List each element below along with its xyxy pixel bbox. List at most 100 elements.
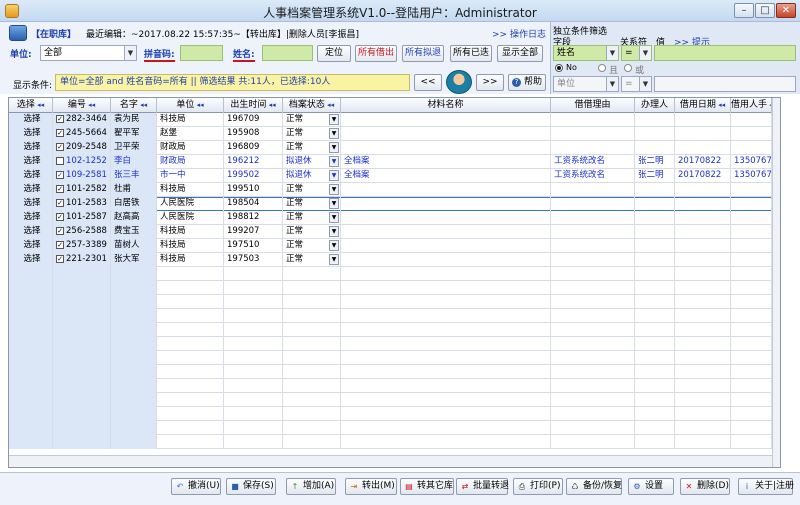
header-col-birth[interactable]: 出生时间 ◂◂ bbox=[224, 98, 283, 113]
date-cell[interactable] bbox=[675, 141, 731, 155]
status-cell[interactable]: 正常 ▼ bbox=[283, 211, 341, 225]
empty-cell[interactable] bbox=[111, 281, 157, 295]
checked-checkbox[interactable]: ✓ bbox=[56, 254, 64, 263]
empty-cell[interactable] bbox=[9, 267, 53, 281]
empty-cell[interactable] bbox=[551, 295, 635, 309]
table-row[interactable]: 选择 ✓ 221-2301 张大军 科技局 197503 正常 ▼ bbox=[9, 253, 780, 267]
empty-cell[interactable] bbox=[111, 295, 157, 309]
phone-cell[interactable] bbox=[731, 211, 772, 225]
status-cell[interactable]: 正常 ▼ bbox=[283, 127, 341, 141]
id-cell[interactable]: ✓ 282-3464 bbox=[53, 113, 111, 127]
phone-cell[interactable] bbox=[731, 225, 772, 239]
empty-cell[interactable] bbox=[9, 281, 53, 295]
empty-cell[interactable] bbox=[53, 379, 111, 393]
empty-cell[interactable] bbox=[675, 407, 731, 421]
header-col-select[interactable]: 选择 ◂◂ bbox=[9, 98, 53, 113]
empty-cell[interactable] bbox=[341, 351, 551, 365]
sort-arrow-icon[interactable]: ◂◂ bbox=[716, 101, 725, 109]
empty-cell[interactable] bbox=[635, 379, 675, 393]
chevron-down-icon[interactable]: ▼ bbox=[329, 170, 339, 181]
empty-cell[interactable] bbox=[283, 281, 341, 295]
handler-cell[interactable] bbox=[635, 253, 675, 267]
transfer-out-button[interactable]: ⇥ 转出(M) bbox=[345, 478, 397, 495]
empty-cell[interactable] bbox=[675, 267, 731, 281]
table-row[interactable]: 选择 ✓ 109-2581 张三丰 市一中 199502 拟退休 ▼ 全档案 工资系统改名 张二明 2… bbox=[9, 169, 780, 183]
empty-cell[interactable] bbox=[283, 323, 341, 337]
reason-cell[interactable] bbox=[551, 113, 635, 127]
select-cell[interactable]: 选择 bbox=[9, 211, 53, 225]
reason-cell[interactable] bbox=[551, 253, 635, 267]
empty-cell[interactable] bbox=[9, 407, 53, 421]
empty-cell[interactable] bbox=[53, 351, 111, 365]
empty-cell[interactable] bbox=[157, 365, 224, 379]
empty-row[interactable] bbox=[9, 337, 780, 351]
radio-no[interactable] bbox=[555, 64, 563, 72]
unit-select[interactable]: 全部 ▼ bbox=[40, 45, 137, 61]
empty-cell[interactable] bbox=[341, 323, 551, 337]
birth-cell[interactable]: 199502 bbox=[224, 169, 283, 183]
empty-cell[interactable] bbox=[111, 337, 157, 351]
empty-cell[interactable] bbox=[224, 365, 283, 379]
reason-cell[interactable] bbox=[551, 127, 635, 141]
date-cell[interactable] bbox=[675, 197, 731, 211]
empty-cell[interactable] bbox=[9, 435, 53, 449]
empty-cell[interactable] bbox=[111, 435, 157, 449]
sort-arrow-icon[interactable]: ◂◂ bbox=[86, 101, 95, 109]
empty-cell[interactable] bbox=[341, 379, 551, 393]
unit-cell[interactable]: 财政局 bbox=[157, 141, 224, 155]
unit-cell[interactable]: 科技局 bbox=[157, 253, 224, 267]
empty-cell[interactable] bbox=[157, 281, 224, 295]
material-cell[interactable]: 全档案 bbox=[341, 169, 551, 183]
chevron-down-icon[interactable]: ▼ bbox=[329, 184, 339, 195]
empty-cell[interactable] bbox=[157, 351, 224, 365]
unit-cell[interactable]: 市一中 bbox=[157, 169, 224, 183]
date-cell[interactable]: 20170822 bbox=[675, 155, 731, 169]
empty-cell[interactable] bbox=[635, 421, 675, 435]
select-cell[interactable]: 选择 bbox=[9, 113, 53, 127]
chevron-down-icon[interactable]: ▼ bbox=[329, 212, 339, 223]
empty-cell[interactable] bbox=[111, 267, 157, 281]
date-cell[interactable] bbox=[675, 239, 731, 253]
transfer-other-button[interactable]: ▤ 转其它库 bbox=[400, 478, 454, 495]
empty-cell[interactable] bbox=[111, 365, 157, 379]
unchecked-checkbox[interactable] bbox=[56, 156, 64, 165]
empty-cell[interactable] bbox=[224, 323, 283, 337]
name-cell[interactable]: 苗树人 bbox=[111, 239, 157, 253]
id-cell[interactable]: ✓ 101-2583 bbox=[53, 197, 111, 211]
name-input[interactable] bbox=[262, 45, 313, 61]
empty-row[interactable] bbox=[9, 309, 780, 323]
empty-cell[interactable] bbox=[283, 393, 341, 407]
handler-cell[interactable] bbox=[635, 183, 675, 197]
phone-cell[interactable] bbox=[731, 127, 772, 141]
phone-cell[interactable]: 13507671 bbox=[731, 155, 772, 169]
empty-cell[interactable] bbox=[283, 435, 341, 449]
empty-cell[interactable] bbox=[551, 337, 635, 351]
sort-arrow-icon[interactable]: ◂◂ bbox=[325, 101, 334, 109]
id-cell[interactable]: ✓ 256-2588 bbox=[53, 225, 111, 239]
status-cell[interactable]: 正常 ▼ bbox=[283, 197, 341, 211]
empty-row[interactable] bbox=[9, 365, 780, 379]
undo-button[interactable]: ↶ 撤消(U) bbox=[171, 478, 221, 495]
settings-button[interactable]: ⚙ 设置 bbox=[628, 478, 674, 495]
empty-cell[interactable] bbox=[111, 421, 157, 435]
checked-checkbox[interactable]: ✓ bbox=[56, 226, 64, 235]
id-cell[interactable]: ✓ 209-2548 bbox=[53, 141, 111, 155]
date-cell[interactable]: 20170822 bbox=[675, 169, 731, 183]
material-cell[interactable] bbox=[341, 239, 551, 253]
material-cell[interactable] bbox=[341, 225, 551, 239]
empty-cell[interactable] bbox=[53, 309, 111, 323]
unit-cell[interactable]: 人民医院 bbox=[157, 197, 224, 211]
empty-cell[interactable] bbox=[53, 393, 111, 407]
empty-row[interactable] bbox=[9, 421, 780, 435]
sort-arrow-icon[interactable]: ◂◂ bbox=[194, 101, 204, 109]
birth-cell[interactable]: 196709 bbox=[224, 113, 283, 127]
help-button[interactable]: ? 帮助 bbox=[508, 74, 546, 91]
handler-cell[interactable] bbox=[635, 127, 675, 141]
batch-transfer-button[interactable]: ⇄ 批量转退 bbox=[456, 478, 509, 495]
date-cell[interactable] bbox=[675, 183, 731, 197]
material-cell[interactable] bbox=[341, 183, 551, 197]
empty-cell[interactable] bbox=[635, 309, 675, 323]
name-cell[interactable]: 翟平军 bbox=[111, 127, 157, 141]
empty-cell[interactable] bbox=[635, 281, 675, 295]
unit-cell[interactable]: 科技局 bbox=[157, 183, 224, 197]
